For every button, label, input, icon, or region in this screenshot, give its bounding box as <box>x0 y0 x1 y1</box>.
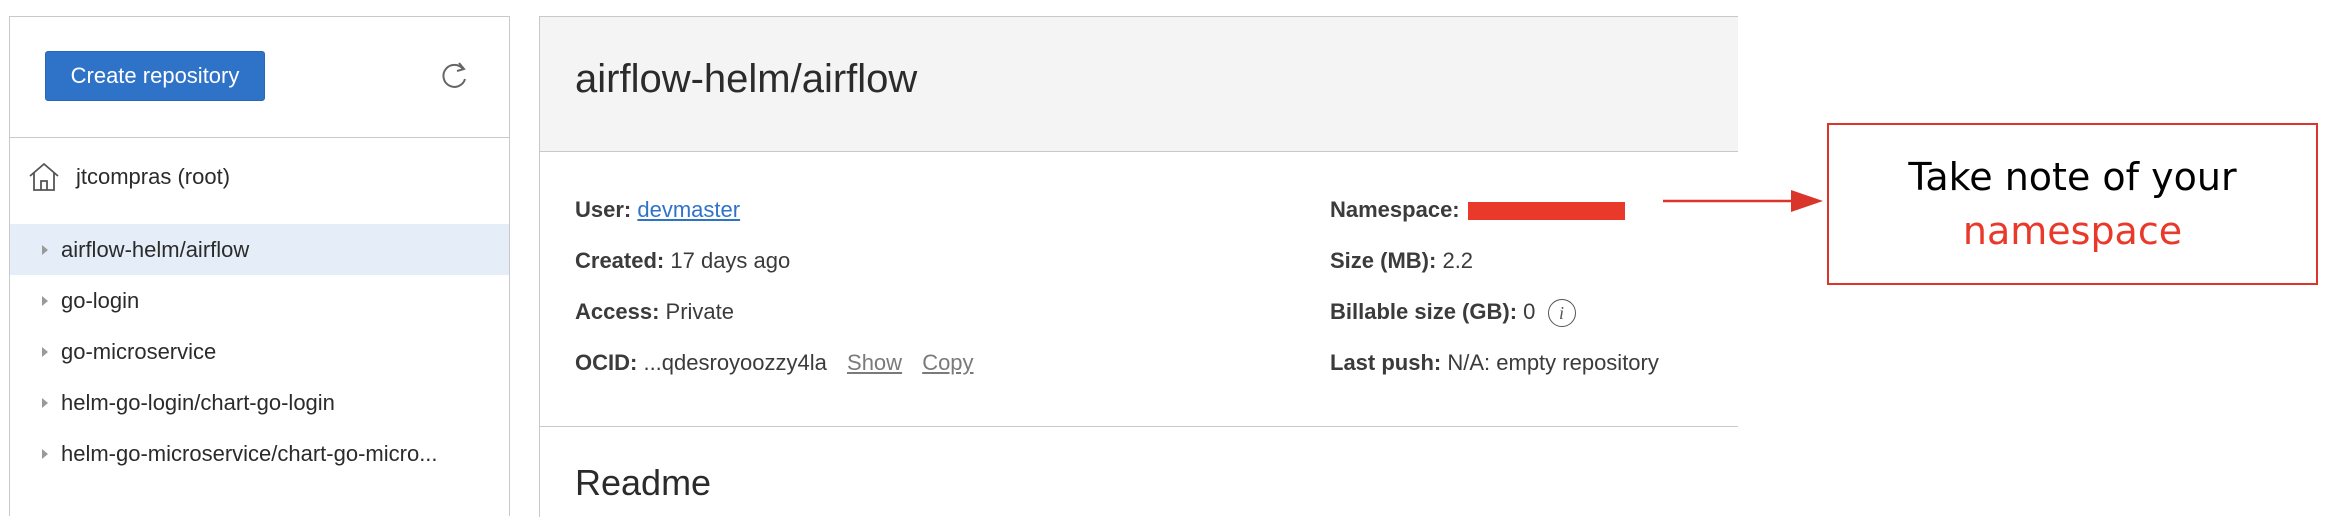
ocid-field: OCID: ...qdesroyoozzy4la Show Copy <box>575 350 974 376</box>
created-field: Created: 17 days ago <box>575 248 790 274</box>
repository-details-panel: airflow-helm/airflow User: devmaster Cre… <box>539 16 1738 517</box>
repo-item-label: airflow-helm/airflow <box>61 236 250 262</box>
expand-caret-icon[interactable] <box>42 448 48 459</box>
repository-list: airflow-helm/airflow go-login go-microse… <box>10 224 509 479</box>
user-link[interactable]: devmaster <box>637 197 740 222</box>
user-field: User: devmaster <box>575 197 740 223</box>
create-repository-button[interactable]: Create repository <box>45 51 265 101</box>
size-field: Size (MB): 2.2 <box>1330 248 1473 274</box>
last-push-field: Last push: N/A: empty repository <box>1330 350 1659 376</box>
user-label: User: <box>575 197 632 222</box>
billable-size-value: 0 <box>1523 299 1536 324</box>
namespace-label: Namespace: <box>1330 197 1460 222</box>
repo-item-label: helm-go-microservice/chart-go-micro... <box>61 440 438 466</box>
home-icon <box>29 162 59 191</box>
repository-info: User: devmaster Created: 17 days ago Acc… <box>540 152 1738 427</box>
last-push-label: Last push: <box>1330 350 1442 375</box>
page-title: airflow-helm/airflow <box>575 57 918 101</box>
repo-item-airflow[interactable]: airflow-helm/airflow <box>10 224 509 275</box>
access-label: Access: <box>575 299 660 324</box>
access-value: Private <box>665 299 734 324</box>
ocid-label: OCID: <box>575 350 638 375</box>
access-field: Access: Private <box>575 299 734 325</box>
sidebar-toolbar: Create repository <box>10 17 509 138</box>
created-value: 17 days ago <box>670 248 791 273</box>
repo-item-label: go-microservice <box>61 338 217 364</box>
expand-caret-icon[interactable] <box>42 346 48 357</box>
readme-heading: Readme <box>575 462 712 503</box>
expand-caret-icon[interactable] <box>42 295 48 306</box>
refresh-icon[interactable] <box>437 59 471 93</box>
repo-item-helm-go-login[interactable]: helm-go-login/chart-go-login <box>10 377 509 428</box>
repo-item-helm-go-microservice[interactable]: helm-go-microservice/chart-go-micro... <box>10 428 509 479</box>
billable-size-field: Billable size (GB): 0 i <box>1330 299 1576 328</box>
expand-caret-icon[interactable] <box>42 397 48 408</box>
expand-caret-icon[interactable] <box>42 244 48 255</box>
root-compartment[interactable]: jtcompras (root) <box>10 137 509 217</box>
namespace-redaction <box>1467 202 1625 221</box>
created-label: Created: <box>575 248 665 273</box>
size-label: Size (MB): <box>1330 248 1437 273</box>
repo-item-label: go-login <box>61 287 140 313</box>
last-push-value: N/A: empty repository <box>1447 350 1659 375</box>
repository-sidebar: Create repository jtcompras (root) airfl… <box>9 16 510 516</box>
root-label: jtcompras (root) <box>76 164 231 189</box>
callout-line-2: namespace <box>1962 209 2183 253</box>
info-icon[interactable]: i <box>1547 299 1576 328</box>
show-ocid-link[interactable]: Show <box>847 350 902 375</box>
details-header: airflow-helm/airflow <box>540 17 1738 152</box>
repo-item-label: helm-go-login/chart-go-login <box>61 389 335 415</box>
annotation-callout: Take note of your namespace <box>1827 123 2318 285</box>
callout-line-1: Take note of your <box>1908 155 2237 199</box>
copy-ocid-link[interactable]: Copy <box>922 350 973 375</box>
size-value: 2.2 <box>1442 248 1474 273</box>
ocid-value: ...qdesroyoozzy4la <box>643 350 827 375</box>
repo-item-go-login[interactable]: go-login <box>10 275 509 326</box>
repo-item-go-microservice[interactable]: go-microservice <box>10 326 509 377</box>
namespace-field: Namespace: <box>1330 197 1625 223</box>
annotation-arrow <box>1663 190 1823 212</box>
billable-size-label: Billable size (GB): <box>1330 299 1518 324</box>
